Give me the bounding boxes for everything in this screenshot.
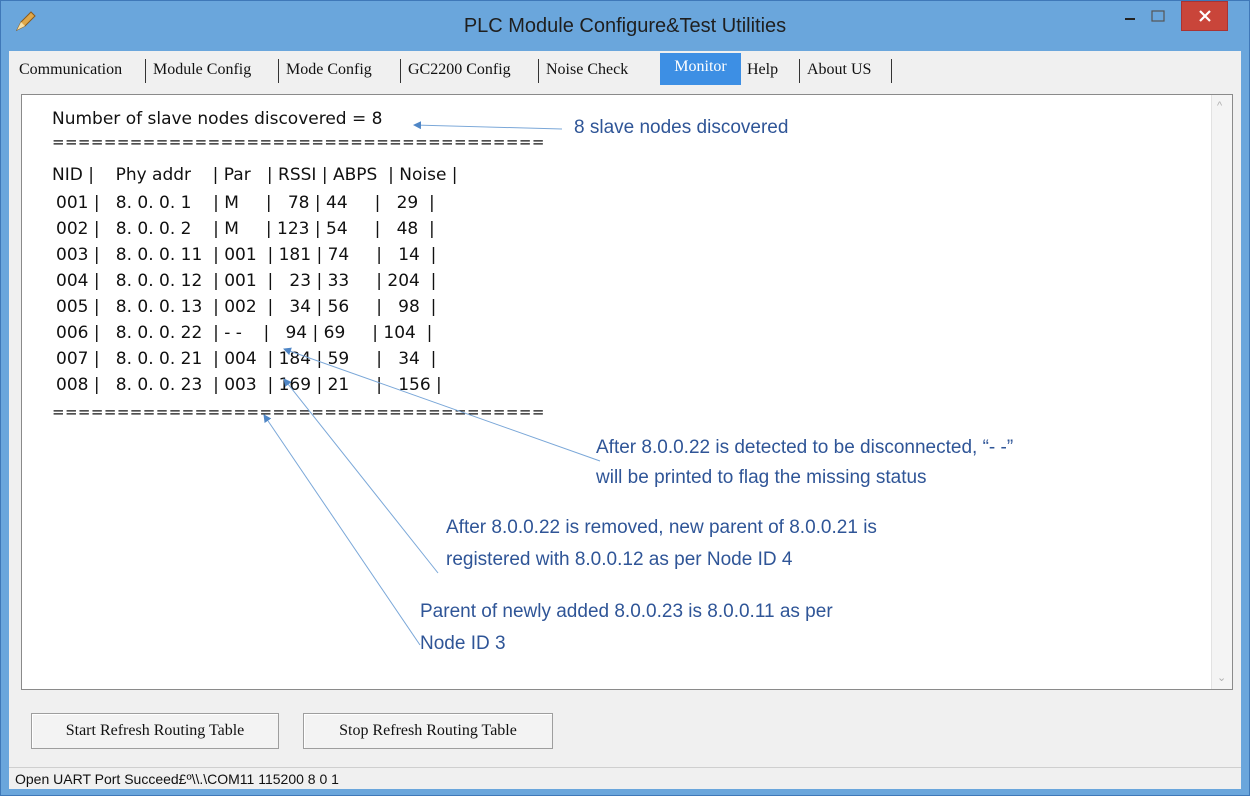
chevron-down-icon[interactable]: ⌄ [1217,673,1227,684]
annotation-removed-line2: registered with 8.0.0.12 as per Node ID … [446,549,793,570]
annotation-new-parent-line1: Parent of newly added 8.0.0.23 is 8.0.0.… [420,601,833,622]
tab-module-config[interactable]: Module Config [153,55,251,85]
tab-noise-check[interactable]: Noise Check [546,55,628,85]
chevron-up-icon[interactable]: ^ [1217,101,1227,112]
minimize-icon [1125,18,1135,20]
minimize-button[interactable] [1117,1,1143,31]
tab-separator [799,59,800,83]
close-icon [1198,10,1211,22]
client-area: Communication Module Config Mode Config … [9,51,1241,789]
arrow-to-new-parent [283,378,439,574]
tab-monitor[interactable]: Monitor [660,53,741,85]
app-window: PLC Module Configure&Test Utilities Comm… [0,0,1250,796]
close-button[interactable] [1181,1,1228,31]
tab-help[interactable]: Help [747,55,778,85]
annotation-disconnected-line1: After 8.0.0.22 is detected to be disconn… [596,437,1014,458]
start-refresh-button[interactable]: Start Refresh Routing Table [31,713,279,749]
tab-gc2200-config[interactable]: GC2200 Config [408,55,511,85]
monitor-output-panel[interactable]: Number of slave nodes discovered = 8 ===… [21,94,1233,690]
tab-communication[interactable]: Communication [19,55,122,85]
maximize-button[interactable] [1145,1,1171,31]
arrow-to-missing-parent [283,347,601,462]
title-bar[interactable]: PLC Module Configure&Test Utilities [1,1,1249,51]
arrow-to-added-node-parent [263,414,421,646]
tab-separator [891,59,892,83]
stop-refresh-button[interactable]: Stop Refresh Routing Table [303,713,553,749]
annotation-disconnected-line2: will be printed to flag the missing stat… [596,467,927,488]
maximize-icon [1151,10,1165,22]
annotation-new-parent-line2: Node ID 3 [420,633,506,654]
window-title: PLC Module Configure&Test Utilities [463,15,787,37]
tab-bar: Communication Module Config Mode Config … [9,51,1241,91]
tab-separator [400,59,401,83]
arrow-to-discovered [413,121,563,130]
vertical-scrollbar[interactable]: ^ ⌄ [1211,95,1232,689]
tab-separator [145,59,146,83]
annotation-removed-line1: After 8.0.0.22 is removed, new parent of… [446,517,877,538]
annotation-discovered: 8 slave nodes discovered [574,117,789,138]
tab-separator [538,59,539,83]
tab-separator [278,59,279,83]
status-bar: Open UART Port Succeed£º\\.\COM11 115200… [9,767,1241,789]
tab-mode-config[interactable]: Mode Config [286,55,372,85]
tab-about-us[interactable]: About US [807,55,871,85]
